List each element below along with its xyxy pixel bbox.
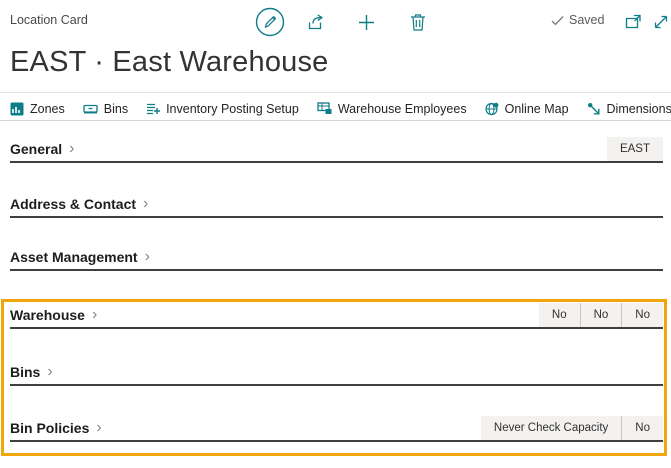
dimensions-icon <box>587 102 601 116</box>
section-title: Bins <box>10 364 40 380</box>
section-general: General › EAST <box>10 137 663 163</box>
page-title: EAST · East Warehouse <box>10 46 329 79</box>
bins-icon <box>83 102 98 115</box>
action-online-map[interactable]: Online Map <box>485 102 569 116</box>
edit-button[interactable] <box>255 7 285 37</box>
section-title: General <box>10 141 62 157</box>
section-warehouse: Warehouse › No No No <box>10 303 663 329</box>
section-asset-management: Asset Management › <box>10 245 663 271</box>
action-label: Dimensions <box>607 102 671 116</box>
resize-diagonal-icon <box>653 14 669 30</box>
delete-button[interactable] <box>409 12 427 31</box>
inventory-posting-setup-icon <box>146 102 160 116</box>
chevron-right-icon: › <box>92 308 97 322</box>
save-status: Saved <box>551 13 604 27</box>
action-label: Inventory Posting Setup <box>166 102 299 116</box>
chevron-right-icon: › <box>47 365 52 379</box>
section-general-summary: EAST <box>607 137 663 161</box>
popout-icon <box>625 14 642 30</box>
action-label: Bins <box>104 102 128 116</box>
section-title: Warehouse <box>10 307 85 323</box>
expand-button[interactable] <box>652 13 670 30</box>
action-dimensions[interactable]: Dimensions <box>587 102 671 116</box>
chevron-right-icon: › <box>143 197 148 211</box>
share-button[interactable] <box>306 13 326 31</box>
chevron-right-icon: › <box>96 421 101 435</box>
section-title: Asset Management <box>10 249 138 265</box>
zones-icon <box>10 102 24 116</box>
section-asset-management-toggle[interactable]: Asset Management › <box>10 245 663 269</box>
page-caption: Location Card <box>10 13 88 27</box>
action-warehouse-employees[interactable]: Warehouse Employees <box>317 102 467 116</box>
summary-badge[interactable]: EAST <box>607 137 663 161</box>
section-title: Bin Policies <box>10 420 89 436</box>
trash-icon <box>410 13 426 31</box>
action-bar: Zones Bins Inventory Posting Setup Wareh… <box>10 97 671 120</box>
section-title: Address & Contact <box>10 196 136 212</box>
pencil-circle-icon <box>255 7 285 37</box>
plus-icon <box>358 14 375 31</box>
check-icon <box>551 15 564 26</box>
section-bins-toggle[interactable]: Bins › <box>10 360 663 384</box>
section-warehouse-summary: No No No <box>539 303 663 327</box>
summary-badge[interactable]: No <box>621 303 663 327</box>
share-icon <box>307 14 325 31</box>
section-bin-policies-summary: Never Check Capacity No <box>481 416 663 440</box>
online-map-icon <box>485 102 499 116</box>
action-zones[interactable]: Zones <box>10 102 65 116</box>
section-address-contact: Address & Contact › <box>10 192 663 218</box>
action-label: Zones <box>30 102 65 116</box>
new-button[interactable] <box>357 13 375 31</box>
section-address-contact-toggle[interactable]: Address & Contact › <box>10 192 663 216</box>
section-bins: Bins › <box>10 360 663 386</box>
action-label: Warehouse Employees <box>338 102 467 116</box>
summary-badge[interactable]: No <box>621 416 663 440</box>
section-general-toggle[interactable]: General › <box>10 137 663 161</box>
title-separator <box>0 92 671 93</box>
summary-badge[interactable]: No <box>580 303 622 327</box>
summary-badge[interactable]: Never Check Capacity <box>481 416 621 440</box>
top-command-bar: Location Card Saved <box>0 0 671 44</box>
chevron-right-icon: › <box>69 142 74 156</box>
saved-label: Saved <box>569 13 604 27</box>
open-in-new-window-button[interactable] <box>624 13 642 30</box>
action-inventory-posting-setup[interactable]: Inventory Posting Setup <box>146 102 299 116</box>
section-bin-policies: Bin Policies › Never Check Capacity No <box>10 416 663 442</box>
action-bar-separator <box>0 120 671 121</box>
action-bins[interactable]: Bins <box>83 102 128 116</box>
chevron-right-icon: › <box>145 250 150 264</box>
action-label: Online Map <box>505 102 569 116</box>
warehouse-employees-icon <box>317 102 332 115</box>
summary-badge[interactable]: No <box>539 303 580 327</box>
